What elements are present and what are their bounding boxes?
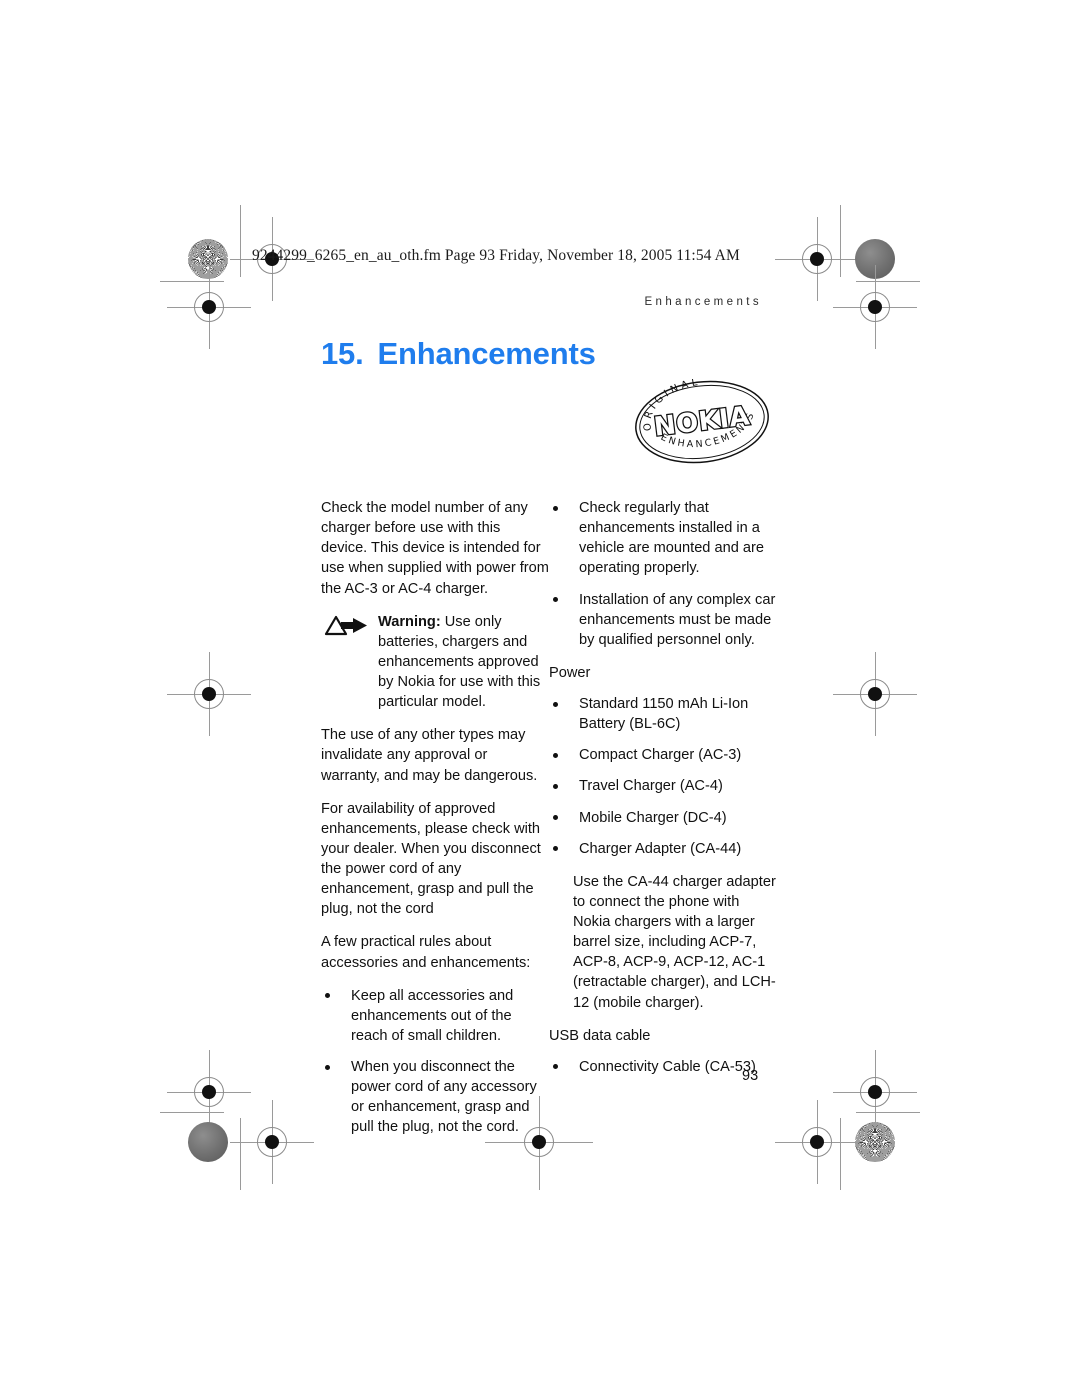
page-title: 15. Enhancements <box>321 336 596 372</box>
bullet-icon <box>553 1064 558 1070</box>
practical-rules-intro: A few practical rules about accessories … <box>321 934 531 971</box>
crop-rule-horizontal-bottom-left <box>160 1112 224 1114</box>
crop-rule-vertical-bottom-left <box>240 1118 242 1190</box>
page-number: 93 <box>742 1068 759 1084</box>
list-item-text: Connectivity Cable (CA-53) <box>579 1058 756 1075</box>
list-item: Travel Charger (AC-4) <box>549 776 777 796</box>
registration-target-bottom-left <box>230 1100 314 1184</box>
bullet-icon <box>553 752 558 758</box>
list-item: Charger Adapter (CA-44) <box>549 839 777 859</box>
list-item-text: Keep all accessories and enhancements ou… <box>351 987 514 1044</box>
registration-target-left-lower <box>167 1050 251 1134</box>
chapter-number: 15. <box>321 336 364 371</box>
registration-target-ring <box>860 292 890 322</box>
registration-target-left-upper <box>167 265 251 349</box>
power-items-list: Standard 1150 mAh Li-Ion Battery (BL-6C)… <box>549 694 777 859</box>
intro-paragraph: Check the model number of any charger be… <box>321 500 549 597</box>
bullet-icon <box>553 505 558 511</box>
left-text-column: Check the model number of any charger be… <box>321 498 549 1151</box>
bullet-icon <box>553 701 558 707</box>
crop-rule-horizontal-bottom-right <box>856 1112 920 1114</box>
warning-label: Warning: <box>378 613 441 630</box>
bullet-icon <box>553 783 558 789</box>
bullet-icon <box>325 993 330 999</box>
bullet-icon <box>553 846 558 852</box>
registration-target-ring <box>860 679 890 709</box>
warning-block: Warning: Use only batteries, chargers an… <box>321 612 549 713</box>
charger-adapter-note: Use the CA-44 charger adapter to connect… <box>573 873 776 1011</box>
registration-graydot-bottom-left <box>188 1122 228 1162</box>
list-item-text: Charger Adapter (CA-44) <box>579 840 742 857</box>
crop-rule-vertical-top-right <box>840 205 842 277</box>
bullet-icon <box>325 1064 330 1070</box>
usb-section-label: USB data cable <box>549 1027 651 1044</box>
list-item-text: When you disconnect the power cord of an… <box>351 1059 537 1136</box>
chapter-title-text: Enhancements <box>377 336 596 371</box>
crop-rule-vertical-top-left <box>240 205 242 277</box>
registration-target-ring <box>194 292 224 322</box>
list-item: Standard 1150 mAh Li-Ion Battery (BL-6C) <box>549 694 777 734</box>
list-item: Installation of any complex car enhancem… <box>549 590 777 650</box>
registration-target-top-right <box>775 217 859 301</box>
list-item-text: Standard 1150 mAh Li-Ion Battery (BL-6C) <box>579 696 749 733</box>
list-item: Check regularly that enhancements instal… <box>549 498 777 579</box>
paragraph-other-types: The use of any other types may invalidat… <box>321 727 538 784</box>
bullet-icon <box>553 597 558 603</box>
bullet-icon <box>553 815 558 821</box>
list-item-text: Installation of any complex car enhancem… <box>579 591 776 648</box>
registration-target-ring <box>802 244 832 274</box>
registration-target-right-middle <box>833 652 917 736</box>
registration-target-ring <box>194 1077 224 1107</box>
registration-target-left-middle <box>167 652 251 736</box>
paragraph-availability: For availability of approved enhancement… <box>321 800 541 918</box>
registration-target-right-upper <box>833 265 917 349</box>
list-item-text: Check regularly that enhancements instal… <box>579 500 764 577</box>
power-section-label: Power <box>549 664 591 681</box>
list-item: When you disconnect the power cord of an… <box>321 1057 549 1138</box>
warning-triangle-arrow-icon <box>323 614 371 638</box>
registration-starburst-top-left <box>188 239 228 279</box>
registration-target-ring <box>257 1127 287 1157</box>
practical-rules-list: Keep all accessories and enhancements ou… <box>321 986 549 1138</box>
source-filename-header: 9244299_6265_en_au_oth.fm Page 93 Friday… <box>252 247 740 264</box>
registration-target-ring <box>194 679 224 709</box>
list-item: Mobile Charger (DC-4) <box>549 808 777 828</box>
list-item-text: Mobile Charger (DC-4) <box>579 809 727 826</box>
running-head: Enhancements <box>644 296 762 308</box>
vehicle-bullets-list: Check regularly that enhancements instal… <box>549 498 777 650</box>
registration-target-bottom-right <box>775 1100 859 1184</box>
list-item-text: Travel Charger (AC-4) <box>579 778 723 795</box>
registration-target-ring <box>860 1077 890 1107</box>
list-item: Keep all accessories and enhancements ou… <box>321 986 549 1046</box>
right-text-column: Check regularly that enhancements instal… <box>549 498 777 1090</box>
list-item: Compact Charger (AC-3) <box>549 745 777 765</box>
nokia-original-enhancements-badge: ORIGINAL ENHANCEMENTS NOKIA <box>632 377 772 465</box>
registration-target-right-lower <box>833 1050 917 1134</box>
registration-starburst-bottom-right <box>855 1122 895 1162</box>
registration-target-ring <box>802 1127 832 1157</box>
list-item-text: Compact Charger (AC-3) <box>579 747 742 764</box>
